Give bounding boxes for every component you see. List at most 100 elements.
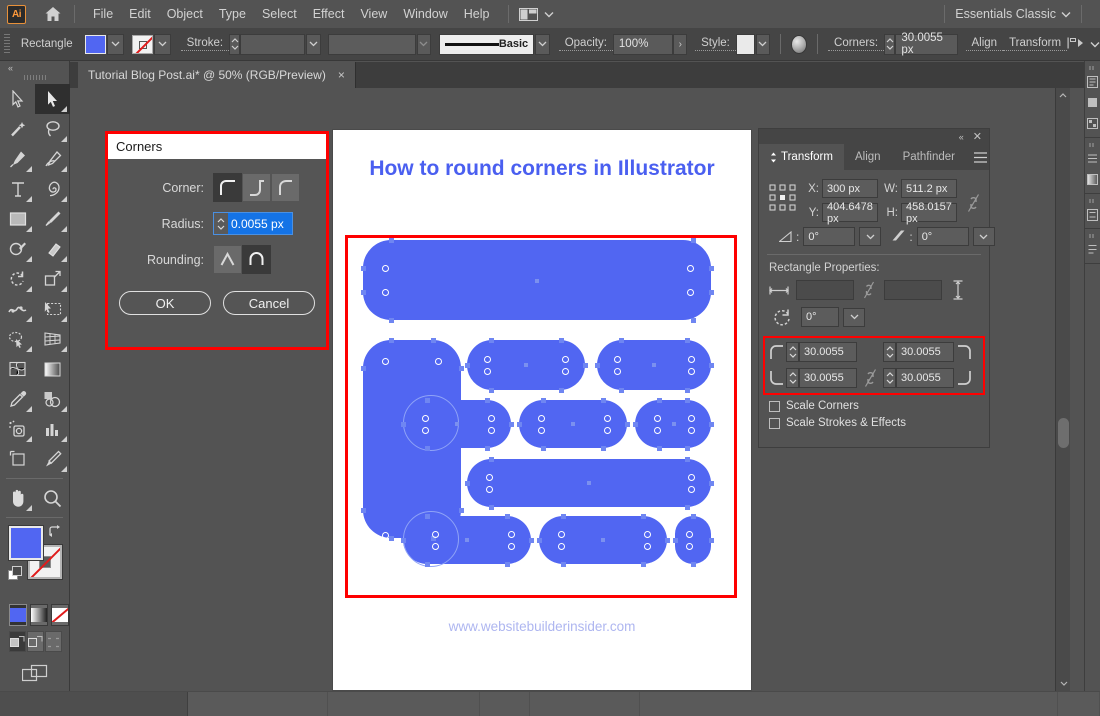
stroke-chevron-down-icon[interactable] [154, 34, 171, 55]
toolbar-collapse-icon[interactable]: « [0, 61, 69, 74]
layers-panel-icon[interactable] [1085, 204, 1100, 225]
gradient-panel-icon[interactable] [1085, 169, 1100, 190]
fill-chevron-down-icon[interactable] [107, 34, 124, 55]
menu-type[interactable]: Type [211, 4, 254, 24]
color-fill-button[interactable] [9, 604, 27, 626]
rect-height-input[interactable] [884, 280, 942, 300]
bottom-right-stepper[interactable] [883, 368, 896, 388]
variable-width-profile-dropdown[interactable] [328, 34, 416, 55]
top-right-radius-input[interactable]: 30.0055 [896, 342, 954, 362]
default-fill-stroke-icon[interactable] [8, 566, 23, 581]
rotate-angle-input[interactable]: 0° [803, 227, 855, 246]
none-fill-button[interactable] [51, 604, 69, 626]
document-tab[interactable]: Tutorial Blog Post.ai* @ 50% (RGB/Previe… [78, 62, 356, 88]
sidebar-item-curvature-tool[interactable] [35, 144, 70, 174]
gradient-fill-button[interactable] [30, 604, 48, 626]
scrollbar-thumb[interactable] [1058, 418, 1069, 448]
h-input[interactable]: 458.0157 px [901, 203, 957, 222]
radius-stepper[interactable] [214, 213, 228, 234]
menu-help[interactable]: Help [456, 4, 498, 24]
sidebar-item-perspective-grid-tool[interactable] [35, 324, 70, 354]
opacity-input[interactable]: 100% [613, 34, 673, 55]
brush-definition-dropdown[interactable]: Basic [439, 34, 534, 55]
recolor-artwork-icon[interactable] [791, 35, 807, 54]
rounded-rect-r5c3[interactable] [675, 516, 711, 564]
tab-align[interactable]: Align [844, 144, 892, 170]
stroke-panel-icon[interactable] [1085, 148, 1100, 169]
graphic-style-swatch[interactable] [736, 34, 755, 55]
artboard[interactable]: How to round corners in Illustrator [333, 130, 751, 690]
sidebar-item-free-transform-tool[interactable] [35, 294, 70, 324]
scale-corners-checkbox[interactable] [769, 401, 780, 412]
align-to-selection-icon[interactable] [1067, 36, 1085, 52]
fill-swatch-large[interactable] [9, 526, 43, 560]
taskbar-start-area[interactable] [0, 692, 188, 716]
sidebar-item-type-tool[interactable] [0, 174, 35, 204]
rect-constrain-icon[interactable] [859, 280, 879, 300]
canvas-vertical-scrollbar[interactable] [1055, 88, 1070, 691]
sidebar-item-mesh-tool[interactable] [0, 354, 35, 384]
scroll-down-icon[interactable] [1056, 676, 1070, 691]
home-icon[interactable] [42, 3, 64, 25]
menu-effect[interactable]: Effect [305, 4, 353, 24]
chamfer-corner-icon[interactable] [271, 173, 300, 202]
menu-window[interactable]: Window [395, 4, 455, 24]
shear-angle-input[interactable]: 0° [917, 227, 969, 246]
sidebar-item-rectangle-tool[interactable] [0, 204, 35, 234]
taskbar-item-1[interactable] [188, 692, 328, 716]
bottom-left-stepper[interactable] [786, 368, 799, 388]
relative-rounding-icon[interactable] [213, 245, 242, 274]
rail-grip-4[interactable] [1085, 232, 1100, 239]
sidebar-item-blend-tool[interactable] [35, 384, 70, 414]
stroke-weight-input[interactable] [240, 34, 305, 55]
menu-view[interactable]: View [352, 4, 395, 24]
sidebar-item-hand-tool[interactable] [0, 483, 35, 513]
control-bar-grip[interactable] [4, 34, 10, 55]
draw-behind-button[interactable] [27, 631, 44, 652]
sidebar-item-column-graph-tool[interactable] [35, 414, 70, 444]
sidebar-item-line-segment-tool[interactable] [35, 174, 70, 204]
swatches-panel-icon[interactable] [1085, 113, 1100, 134]
sidebar-item-eyedropper-tool[interactable] [0, 384, 35, 414]
sidebar-item-scale-tool[interactable] [35, 264, 70, 294]
corners-label[interactable]: Corners: [828, 37, 884, 51]
sidebar-item-symbol-sprayer-tool[interactable] [0, 414, 35, 444]
bottom-right-radius-input[interactable]: 30.0055 [896, 368, 954, 388]
round-corner-icon[interactable] [213, 173, 242, 202]
corners-dialog[interactable]: Corners Corner: Radius: [105, 131, 329, 350]
style-label[interactable]: Style: [695, 37, 736, 51]
arrange-documents-icon[interactable] [519, 7, 539, 21]
sidebar-item-selection-tool[interactable] [0, 84, 35, 114]
swap-fill-stroke-icon[interactable] [48, 524, 62, 538]
profile-chevron-down-icon[interactable] [417, 34, 432, 55]
taskbar-item-4[interactable] [530, 692, 640, 716]
sidebar-item-magic-wand-tool[interactable] [0, 114, 35, 144]
menu-object[interactable]: Object [159, 4, 211, 24]
workspace-chevron-down-icon[interactable] [1061, 7, 1071, 21]
scale-corners-row[interactable]: Scale Corners [759, 395, 989, 412]
draw-inside-button[interactable] [45, 631, 62, 652]
sidebar-item-artboard-tool[interactable] [0, 444, 35, 474]
sidebar-item-direct-selection-tool[interactable] [35, 84, 70, 114]
sidebar-item-eraser-tool[interactable] [35, 234, 70, 264]
sidebar-item-zoom-tool[interactable] [35, 483, 70, 513]
top-left-radius-input[interactable]: 30.0055 [799, 342, 857, 362]
scroll-up-icon[interactable] [1056, 88, 1070, 103]
bottom-left-radius-input[interactable]: 30.0055 [799, 368, 857, 388]
collapse-panel-icon[interactable]: « [959, 132, 964, 142]
sidebar-item-lasso-tool[interactable] [35, 114, 70, 144]
close-icon[interactable]: × [338, 68, 345, 82]
opacity-expand-icon[interactable]: › [673, 34, 687, 55]
taskbar-item-3[interactable] [480, 692, 530, 716]
scale-strokes-checkbox[interactable] [769, 418, 780, 429]
align-chevron-down-icon[interactable] [1090, 37, 1100, 51]
x-input[interactable]: 300 px [822, 179, 878, 198]
opacity-label[interactable]: Opacity: [559, 37, 613, 51]
menu-file[interactable]: File [85, 4, 121, 24]
sidebar-item-pen-tool[interactable] [0, 144, 35, 174]
tab-transform[interactable]: Transform [759, 144, 844, 170]
scale-strokes-row[interactable]: Scale Strokes & Effects [759, 412, 989, 429]
stroke-weight-stepper[interactable] [229, 34, 240, 55]
style-chevron-down-icon[interactable] [756, 34, 771, 55]
fill-color-swatch[interactable] [85, 35, 106, 54]
